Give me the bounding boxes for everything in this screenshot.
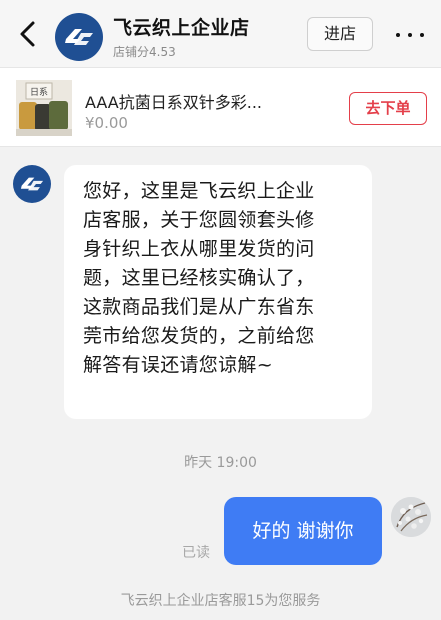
agent-message-bubble[interactable]: 您好，这里是飞云织上企业 店客服，关于您圆领套头修 身针织上衣从哪里发货的问 题… [64, 165, 372, 419]
shop-logo[interactable] [55, 13, 103, 61]
product-title[interactable]: AAA抗菌日系双针多彩... [85, 89, 300, 113]
shop-score: 店铺分4.53 [113, 45, 176, 59]
agent-message-line: 店客服，关于您圆领套头修 [83, 209, 315, 231]
chat-header: 飞云织上企业店 店铺分4.53 进店 [0, 0, 441, 67]
place-order-button[interactable]: 去下单 [349, 92, 427, 125]
agent-message-line: 题，这里已经核实确认了， [83, 267, 315, 289]
product-card[interactable]: 日系 AAA抗菌日系双针多彩... ¥0.00 去下单 [0, 67, 441, 147]
product-thumbnail[interactable]: 日系 [16, 80, 72, 136]
product-price: ¥0.00 [85, 114, 128, 132]
message-timestamp: 昨天 19:00 [184, 455, 257, 471]
agent-message-line: 解答有误还请您谅解~ [83, 354, 273, 376]
user-avatar[interactable] [391, 497, 431, 537]
agent-message-line: 身针织上衣从哪里发货的问 [83, 238, 315, 260]
agent-avatar[interactable] [13, 165, 51, 203]
agent-message-line: 您好，这里是飞云织上企业 [83, 180, 315, 202]
product-thumb-label: 日系 [30, 87, 48, 98]
agent-message-line: 这款商品我们是从广东省东 [83, 296, 315, 318]
more-options-icon[interactable] [393, 22, 427, 46]
agent-message-line: 莞市给您发货的，之前给您 [83, 325, 315, 347]
service-notice: 飞云织上企业店客服15为您服务 [120, 593, 321, 609]
read-status: 已读 [182, 545, 210, 561]
user-message-bubble[interactable]: 好的 谢谢你 [224, 497, 382, 565]
shop-name[interactable]: 飞云织上企业店 [113, 13, 250, 40]
back-arrow-icon[interactable] [14, 18, 42, 50]
enter-store-button[interactable]: 进店 [307, 17, 373, 51]
